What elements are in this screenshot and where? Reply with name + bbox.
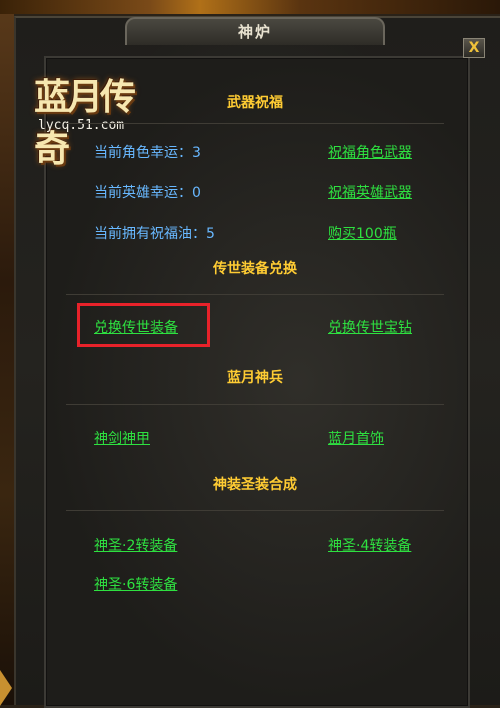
close-button[interactable]: X [463,38,485,58]
exchange-legend-diamond-link[interactable]: 兑换传世宝钻 [328,317,412,337]
background-scene-left [0,0,14,705]
corner-arrow-icon [0,670,12,706]
divider [66,510,444,511]
bless-oil-text: 当前拥有祝福油：5 [94,226,215,242]
divider [66,123,444,124]
section-title-blue-moon-weapons: 蓝月神兵 [227,370,283,386]
highlight-box [77,303,210,347]
logo-url: lycq.51.com [38,118,125,133]
section-title-legend-exchange: 传世装备兑换 [213,261,297,277]
buy-oil-link[interactable]: 购买100瓶 [328,223,397,243]
holy-2-equipment-link[interactable]: 神圣·2转装备 [94,535,177,555]
hero-luck-text: 当前英雄幸运：0 [94,185,201,201]
window-title-tab: 神炉 [125,17,385,45]
divine-sword-armor-link[interactable]: 神剑神甲 [94,428,150,448]
bless-role-weapon-link[interactable]: 祝福角色武器 [328,142,412,162]
divider [66,404,444,405]
section-title-weapon-bless: 武器祝福 [227,95,283,111]
background-scene-top [0,0,500,14]
bless-hero-weapon-link[interactable]: 祝福英雄武器 [328,182,412,202]
blue-moon-jewelry-link[interactable]: 蓝月首饰 [328,428,384,448]
role-luck-text: 当前角色幸运：3 [94,145,201,161]
divider [66,294,444,295]
holy-6-equipment-link[interactable]: 神圣·6转装备 [94,574,177,594]
window-title: 神炉 [237,23,272,41]
section-title-synthesis: 神装圣装合成 [213,477,297,493]
holy-4-equipment-link[interactable]: 神圣·4转装备 [328,535,411,555]
